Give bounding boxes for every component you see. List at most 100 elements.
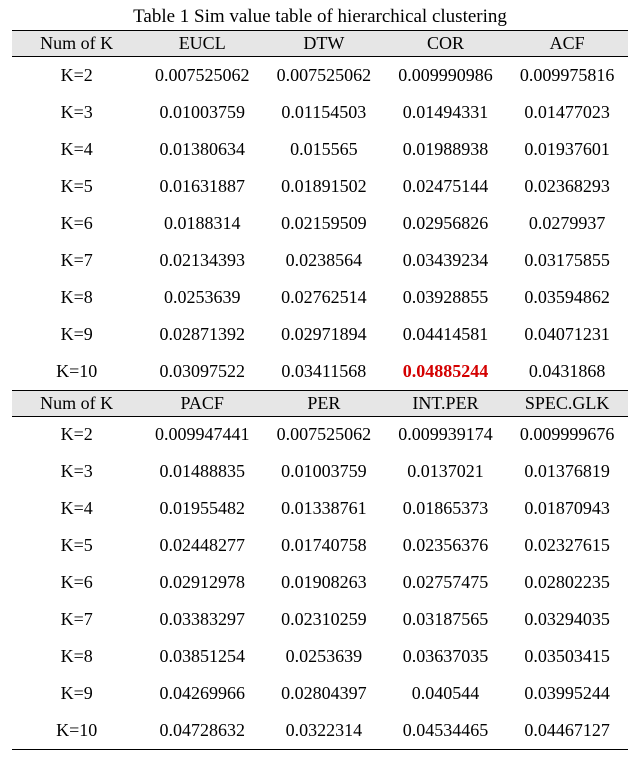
k-label: K=7 bbox=[12, 601, 141, 638]
cell-value: 0.03175855 bbox=[506, 242, 628, 279]
col-h2-0: PACF bbox=[141, 390, 263, 416]
cell-value: 0.0322314 bbox=[263, 712, 385, 749]
cell-value: 0.015565 bbox=[263, 131, 385, 168]
cell-value: 0.03411568 bbox=[263, 353, 385, 390]
cell-value: 0.03294035 bbox=[506, 601, 628, 638]
cell-value: 0.01955482 bbox=[141, 490, 263, 527]
k-label: K=4 bbox=[12, 131, 141, 168]
col-h1-3: ACF bbox=[506, 31, 628, 57]
cell-value: 0.02368293 bbox=[506, 168, 628, 205]
k-label: K=5 bbox=[12, 168, 141, 205]
cell-value: 0.009975816 bbox=[506, 57, 628, 94]
cell-value: 0.03383297 bbox=[141, 601, 263, 638]
cell-value: 0.009947441 bbox=[141, 416, 263, 453]
k-label: K=5 bbox=[12, 527, 141, 564]
cell-value: 0.01338761 bbox=[263, 490, 385, 527]
cell-value: 0.0188314 bbox=[141, 205, 263, 242]
cell-value: 0.0137021 bbox=[385, 453, 507, 490]
cell-value: 0.03439234 bbox=[385, 242, 507, 279]
cell-value: 0.02134393 bbox=[141, 242, 263, 279]
table-row: K=70.021343930.02385640.034392340.031758… bbox=[12, 242, 628, 279]
col-k: Num of K bbox=[12, 31, 141, 57]
cell-value: 0.04414581 bbox=[385, 316, 507, 353]
cell-value: 0.04534465 bbox=[385, 712, 507, 749]
cell-value: 0.01865373 bbox=[385, 490, 507, 527]
k-label: K=9 bbox=[12, 316, 141, 353]
cell-value: 0.02802235 bbox=[506, 564, 628, 601]
k-label: K=3 bbox=[12, 94, 141, 131]
cell-value: 0.01003759 bbox=[141, 94, 263, 131]
table-upper: Num of K EUCL DTW COR ACF K=20.007525062… bbox=[12, 30, 628, 390]
table-row: K=50.024482770.017407580.023563760.02327… bbox=[12, 527, 628, 564]
cell-value: 0.04269966 bbox=[141, 675, 263, 712]
cell-value: 0.0253639 bbox=[141, 279, 263, 316]
cell-value: 0.03097522 bbox=[141, 353, 263, 390]
cell-value: 0.01740758 bbox=[263, 527, 385, 564]
cell-value: 0.03503415 bbox=[506, 638, 628, 675]
cell-value: 0.04728632 bbox=[141, 712, 263, 749]
cell-value: 0.01988938 bbox=[385, 131, 507, 168]
cell-value: 0.0238564 bbox=[263, 242, 385, 279]
cell-value: 0.02475144 bbox=[385, 168, 507, 205]
cell-value: 0.0431868 bbox=[506, 353, 628, 390]
cell-value: 0.02356376 bbox=[385, 527, 507, 564]
cell-value: 0.01870943 bbox=[506, 490, 628, 527]
table-row: K=30.010037590.011545030.014943310.01477… bbox=[12, 94, 628, 131]
table-row: K=60.029129780.019082630.027574750.02802… bbox=[12, 564, 628, 601]
cell-value: 0.02310259 bbox=[263, 601, 385, 638]
cell-value: 0.01908263 bbox=[263, 564, 385, 601]
table-row: K=70.033832970.023102590.031875650.03294… bbox=[12, 601, 628, 638]
cell-value: 0.03187565 bbox=[385, 601, 507, 638]
cell-value: 0.02912978 bbox=[141, 564, 263, 601]
k-label: K=8 bbox=[12, 638, 141, 675]
cell-value: 0.01003759 bbox=[263, 453, 385, 490]
cell-value: 0.01631887 bbox=[141, 168, 263, 205]
cell-value: 0.03594862 bbox=[506, 279, 628, 316]
col-h2-2: INT.PER bbox=[385, 390, 507, 416]
k-label: K=8 bbox=[12, 279, 141, 316]
cell-value: 0.01376819 bbox=[506, 453, 628, 490]
cell-value: 0.02159509 bbox=[263, 205, 385, 242]
k-label: K=6 bbox=[12, 564, 141, 601]
cell-value: 0.02971894 bbox=[263, 316, 385, 353]
cell-value: 0.007525062 bbox=[263, 416, 385, 453]
cell-value: 0.007525062 bbox=[141, 57, 263, 94]
table-row: K=20.0075250620.0075250620.0099909860.00… bbox=[12, 57, 628, 94]
k-label: K=10 bbox=[12, 353, 141, 390]
cell-value: 0.02327615 bbox=[506, 527, 628, 564]
cell-value: 0.02448277 bbox=[141, 527, 263, 564]
k-label: K=2 bbox=[12, 416, 141, 453]
cell-value: 0.01891502 bbox=[263, 168, 385, 205]
k-label: K=10 bbox=[12, 712, 141, 749]
table-row: K=60.01883140.021595090.029568260.027993… bbox=[12, 205, 628, 242]
col-h1-1: DTW bbox=[263, 31, 385, 57]
table-row: K=100.047286320.03223140.045344650.04467… bbox=[12, 712, 628, 749]
cell-value: 0.0253639 bbox=[263, 638, 385, 675]
table-title: Table 1 Sim value table of hierarchical … bbox=[12, 6, 628, 28]
cell-value: 0.02757475 bbox=[385, 564, 507, 601]
table-lower: Num of K PACF PER INT.PER SPEC.GLK K=20.… bbox=[12, 390, 628, 750]
cell-value: 0.02871392 bbox=[141, 316, 263, 353]
cell-value: 0.04885244 bbox=[385, 353, 507, 390]
k-label: K=4 bbox=[12, 490, 141, 527]
table-row: K=90.042699660.028043970.0405440.0399524… bbox=[12, 675, 628, 712]
cell-value: 0.02956826 bbox=[385, 205, 507, 242]
cell-value: 0.01477023 bbox=[506, 94, 628, 131]
cell-value: 0.040544 bbox=[385, 675, 507, 712]
table-row: K=20.0099474410.0075250620.0099391740.00… bbox=[12, 416, 628, 453]
cell-value: 0.04467127 bbox=[506, 712, 628, 749]
k-label: K=3 bbox=[12, 453, 141, 490]
cell-value: 0.007525062 bbox=[263, 57, 385, 94]
cell-value: 0.01494331 bbox=[385, 94, 507, 131]
cell-value: 0.01937601 bbox=[506, 131, 628, 168]
cell-value: 0.03851254 bbox=[141, 638, 263, 675]
col-k2: Num of K bbox=[12, 390, 141, 416]
cell-value: 0.01154503 bbox=[263, 94, 385, 131]
k-label: K=6 bbox=[12, 205, 141, 242]
cell-value: 0.02804397 bbox=[263, 675, 385, 712]
table-row: K=80.02536390.027625140.039288550.035948… bbox=[12, 279, 628, 316]
table-row: K=90.028713920.029718940.044145810.04071… bbox=[12, 316, 628, 353]
k-label: K=7 bbox=[12, 242, 141, 279]
table-row: K=80.038512540.02536390.036370350.035034… bbox=[12, 638, 628, 675]
col-h1-0: EUCL bbox=[141, 31, 263, 57]
